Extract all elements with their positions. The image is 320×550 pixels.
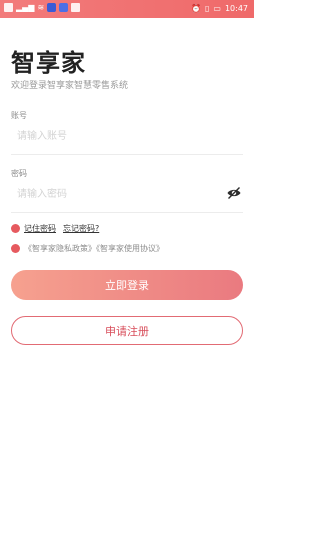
status-left-icons: ▂▄▆ ≋ [4,3,81,12]
account-input[interactable] [11,123,243,149]
vibrate-icon: ▯ [204,4,210,13]
app-notification-icon [47,3,57,12]
app-notification-icon-2 [59,3,69,12]
wifi-icon: ≋ [37,3,45,12]
app-title: 智享家 [11,49,86,77]
login-button[interactable]: 立即登录 [11,270,243,300]
status-time: 10:47 [224,4,248,13]
agreement-checkbox[interactable] [11,244,20,253]
signal-icon: ▂▄▆ [16,3,35,12]
message-icon [71,3,81,12]
alarm-icon: ⏰ [191,4,201,13]
account-label: 账号 [11,111,27,120]
register-button[interactable]: 申请注册 [11,316,243,345]
account-divider [11,154,243,155]
forgot-password-link[interactable]: 忘记密码? [63,223,99,234]
sim-icon [4,3,13,12]
remember-password-checkbox[interactable] [11,224,20,233]
agreement-links[interactable]: 《智享家隐私政策》《智享家使用协议》 [24,243,164,254]
welcome-subtitle: 欢迎登录智享家智慧零售系统 [11,81,129,91]
hide-password-eye-icon[interactable] [226,185,242,201]
status-bar: ▂▄▆ ≋ ⏰ ▯ ▭ 10:47 [0,0,254,18]
password-divider [11,212,243,213]
status-right-icons: ⏰ ▯ ▭ 10:47 [191,4,248,13]
remember-password-label[interactable]: 记住密码 [24,223,56,234]
password-label: 密码 [11,169,27,178]
password-input[interactable] [11,181,211,207]
battery-icon: ▭ [213,4,221,13]
